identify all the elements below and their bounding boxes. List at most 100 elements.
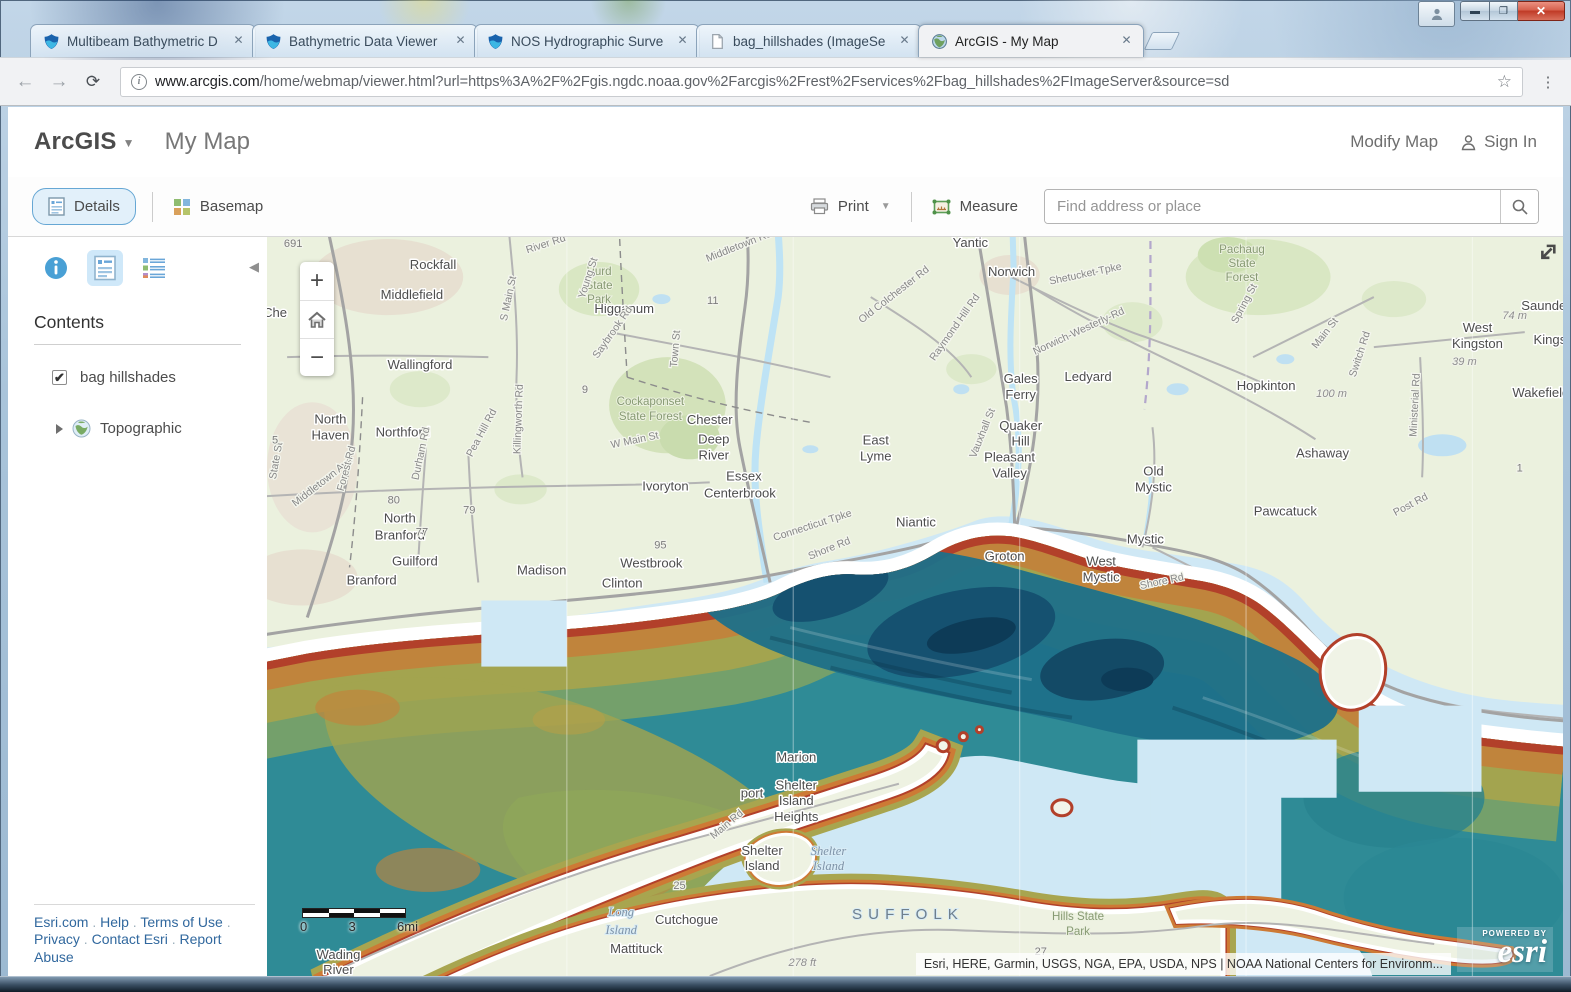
zoom-in-button[interactable]: + [300, 262, 334, 300]
tab-close-icon[interactable]: ✕ [452, 33, 469, 50]
map-label: 11 [707, 295, 718, 307]
collapse-panel-arrow[interactable]: ◀ [249, 259, 259, 275]
search-input[interactable] [1045, 190, 1500, 223]
footer-link-help[interactable]: Help [100, 914, 129, 930]
expand-arrow-icon[interactable] [56, 424, 63, 434]
map-label: Wakefield [1512, 385, 1563, 400]
tab-close-icon[interactable]: ✕ [674, 33, 691, 50]
map-label: Clinton [602, 576, 643, 591]
measure-button[interactable]: Measure [928, 192, 1022, 222]
panel-tabs [8, 237, 267, 286]
toolbar-divider [911, 192, 912, 222]
map-label: Niantic [896, 514, 936, 529]
map-label: 100 m [1316, 388, 1347, 400]
basemap-button[interactable]: Basemap [169, 192, 267, 222]
brand-label: ArcGIS [34, 128, 117, 155]
tab-close-icon[interactable]: ✕ [896, 33, 913, 50]
footer-link-contact[interactable]: Contact Esri [92, 931, 168, 947]
globe-icon [931, 33, 948, 50]
person-icon [1460, 134, 1477, 151]
map-label: Mystic [1083, 569, 1120, 584]
print-icon [810, 198, 829, 215]
forward-button[interactable]: → [44, 67, 74, 97]
map-label: SUFFOLK [852, 906, 964, 923]
arcgis-brand-menu[interactable]: ArcGIS ▼ [34, 128, 135, 156]
tab-title: bag_hillshades (ImageSe [733, 34, 889, 49]
map-label: 79 [463, 504, 475, 516]
tab-bag-hillshades[interactable]: bag_hillshades (ImageSe ✕ [696, 24, 922, 57]
address-bar[interactable]: i www.arcgis.com/home/webmap/viewer.html… [120, 67, 1523, 97]
map-label: Park [587, 294, 611, 306]
modify-map-link[interactable]: Modify Map [1350, 132, 1438, 152]
map-label: Centerbrook [704, 485, 776, 500]
bookmark-star-icon[interactable]: ☆ [1497, 72, 1512, 92]
print-button[interactable]: Print ▼ [806, 192, 895, 221]
content-tab[interactable] [87, 250, 123, 286]
map-label: Long [607, 905, 634, 919]
tab-arcgis-mymap[interactable]: ArcGIS - My Map ✕ [918, 24, 1144, 57]
map-label: Cockaponset [617, 396, 685, 408]
reload-button[interactable]: ⟳ [78, 67, 108, 97]
maximize-button[interactable]: ❐ [1490, 1, 1518, 21]
noaa-shield-icon [487, 33, 504, 50]
tab-bathymetric-viewer[interactable]: Bathymetric Data Viewer ✕ [252, 24, 478, 57]
map-label: Hill [1012, 433, 1030, 448]
zoom-out-button[interactable]: − [300, 338, 334, 376]
esri-wordmark: esri [1498, 934, 1548, 970]
scale-start: 0 [300, 919, 307, 934]
map-label: Kingston [1534, 332, 1563, 347]
map-label: 25 [673, 880, 685, 892]
scale-bar: 0 3 6mi [300, 908, 418, 934]
back-button[interactable]: ← [10, 67, 40, 97]
map-label: Shelter [741, 843, 783, 858]
layer-label[interactable]: Topographic [100, 420, 182, 437]
browser-toolbar: ← → ⟳ i www.arcgis.com/home/webmap/viewe… [0, 57, 1571, 106]
home-button[interactable] [300, 300, 334, 338]
map-canvas[interactable]: RockfallMiddlefieldHigganumWallingfordNo… [267, 237, 1563, 976]
details-label: Details [74, 198, 120, 215]
titlebar[interactable]: Multibeam Bathymetric D ✕ Bathymetric Da… [0, 0, 1571, 57]
url-text: www.arcgis.com/home/webmap/viewer.html?u… [155, 74, 1229, 90]
map-label: Essex [726, 468, 762, 483]
sign-in-link[interactable]: Sign In [1460, 132, 1537, 152]
content-area: ◀ Contents ✔ bag hillshades Topographic … [8, 237, 1563, 976]
map-label: port [741, 786, 764, 801]
tab-multibeam[interactable]: Multibeam Bathymetric D ✕ [30, 24, 256, 57]
map-label: Gales [1004, 371, 1039, 386]
map-label: River [699, 447, 730, 462]
map-label: Che [267, 305, 287, 320]
profile-button[interactable] [1418, 1, 1455, 27]
map-label: Park [1066, 926, 1090, 938]
tab-close-icon[interactable]: ✕ [230, 33, 247, 50]
legend-tab[interactable] [136, 250, 172, 286]
toggle-fullmap-button[interactable] [1531, 241, 1557, 267]
browser-menu-icon[interactable]: ⋮ [1535, 69, 1561, 95]
measure-icon [932, 198, 951, 216]
browser-window: Multibeam Bathymetric D ✕ Bathymetric Da… [0, 0, 1571, 992]
map-label: Wallingford [388, 357, 453, 372]
window-bottom-frame [0, 976, 1571, 992]
map-label: Westbrook [620, 555, 683, 570]
details-button[interactable]: Details [32, 188, 136, 225]
tab-close-icon[interactable]: ✕ [1118, 33, 1135, 50]
close-button[interactable]: ✕ [1518, 1, 1565, 21]
zoom-control: + − [300, 262, 334, 376]
map-label: Cutchogue [655, 912, 718, 927]
tab-title: NOS Hydrographic Surve [511, 34, 667, 49]
layer-checkbox[interactable]: ✔ [52, 370, 67, 385]
layer-label[interactable]: bag hillshades [80, 369, 176, 386]
tab-nos-hydrographic[interactable]: NOS Hydrographic Surve ✕ [474, 24, 700, 57]
footer-link-esri[interactable]: Esri.com [34, 914, 88, 930]
search-button[interactable] [1500, 190, 1538, 223]
map-label: Ashaway [1296, 445, 1349, 460]
minimize-button[interactable]: ▬ [1460, 1, 1490, 21]
print-label: Print [838, 198, 869, 215]
chevron-down-icon: ▼ [123, 136, 135, 150]
site-info-icon[interactable]: i [131, 74, 147, 90]
map-label: Island [812, 859, 845, 873]
footer-link-privacy[interactable]: Privacy [34, 931, 80, 947]
map-label: Yantic [953, 237, 989, 250]
about-tab[interactable] [38, 250, 74, 286]
new-tab-button[interactable] [1144, 32, 1180, 50]
footer-link-terms[interactable]: Terms of Use [140, 914, 222, 930]
